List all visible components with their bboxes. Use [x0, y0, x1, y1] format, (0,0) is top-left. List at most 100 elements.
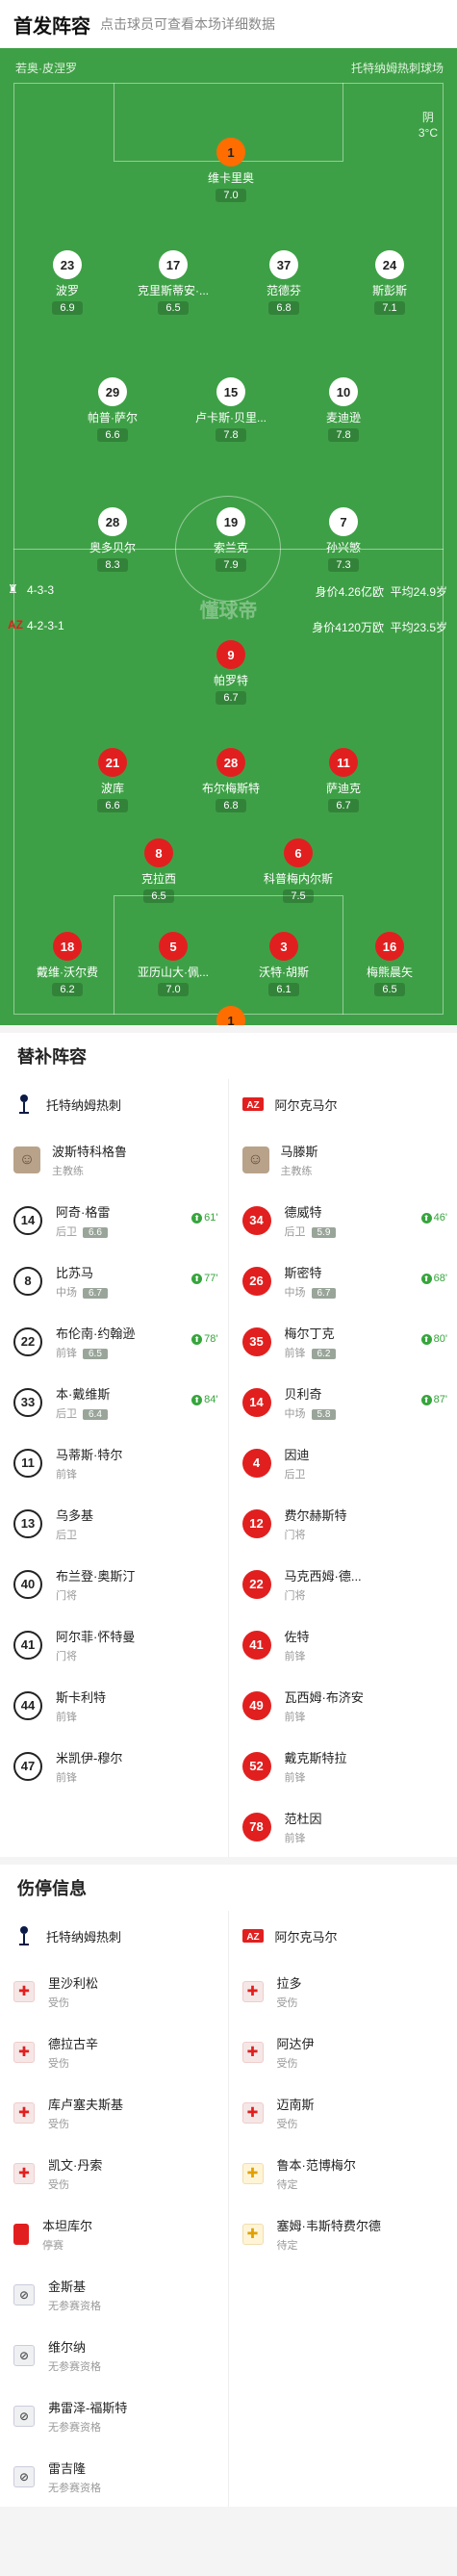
coach-avatar: ☺ [13, 1146, 40, 1173]
injury-status: 受伤 [276, 2118, 298, 2130]
home-player[interactable]: 28 奥多贝尔 8.3 [60, 507, 165, 573]
home-player[interactable]: 24 斯彭斯 7.1 [337, 250, 443, 316]
substitute-row[interactable]: 41 佐特 前锋 [229, 1614, 457, 1675]
substitute-row[interactable]: 22 布伦南·约翰逊 前锋 6.5 ⬆ 78' [0, 1311, 228, 1372]
home-player[interactable]: 7 孙兴慜 7.3 [291, 507, 396, 573]
injured-player-name: 维尔纳 [48, 2339, 87, 2355]
substitute-row[interactable]: 14 贝利奇 中场 5.8 ⬆ 87' [229, 1372, 457, 1432]
injury-status: 受伤 [276, 2057, 298, 2070]
away-player[interactable]: 28 布尔梅斯特 6.8 [178, 748, 284, 813]
substitute-row[interactable]: 35 梅尔丁克 前锋 6.2 ⬆ 80' [229, 1311, 457, 1372]
substitute-row[interactable]: 41 阿尔菲·怀特曼 门将 [0, 1614, 228, 1675]
injury-icon: ✚ [241, 1980, 264, 2002]
sub-in-minute: 77' [204, 1273, 218, 1284]
sub-number: 47 [13, 1751, 42, 1781]
injury-status: 受伤 [48, 1996, 69, 2009]
away-team-row[interactable]: AZ 阿尔克马尔 [229, 1079, 457, 1129]
away-player[interactable]: 21 波库 6.6 [60, 748, 165, 813]
player-name: 戴维·沃尔费 [37, 966, 98, 979]
player-rating: 6.5 [143, 889, 174, 903]
sub-name: 佐特 [284, 1629, 310, 1644]
substitute-row[interactable]: 47 米凯伊-穆尔 前锋 [0, 1736, 228, 1796]
injury-row[interactable]: 本坦库尔 停赛 [0, 2203, 228, 2264]
home-player[interactable]: 29 帕普·萨尔 6.6 [60, 377, 165, 443]
substitute-row[interactable]: 34 德威特 后卫 5.9 ⬆ 46' [229, 1190, 457, 1250]
home-team-row[interactable]: 托特纳姆热刺 [0, 1911, 228, 1961]
substitute-row[interactable]: 52 戴克斯特拉 前锋 [229, 1736, 457, 1796]
away-player[interactable]: 1奥乌苏-奥杜萨罗6.1 [178, 1006, 284, 1025]
sub-number: 4 [241, 1448, 271, 1478]
substitute-row[interactable]: 26 斯密特 中场 6.7 ⬆ 68' [229, 1250, 457, 1311]
weather: 阴 3°C [419, 110, 438, 141]
substitute-row[interactable]: 8 比苏马 中场 6.7 ⬆ 77' [0, 1250, 228, 1311]
substitute-row[interactable]: 12 费尔赫斯特 门将 [229, 1493, 457, 1554]
player-rating: 6.7 [328, 799, 359, 812]
home-player[interactable]: 23 波罗 6.9 [14, 250, 120, 316]
away-team-row[interactable]: AZ 阿尔克马尔 [229, 1911, 457, 1961]
ineligible-icon: ⊘ [13, 2465, 35, 2487]
injury-status: 待定 [276, 2178, 298, 2191]
sub-position: 门将 [284, 1589, 306, 1602]
substitute-row[interactable]: 40 布兰登·奥斯汀 门将 [0, 1554, 228, 1614]
substitute-row[interactable]: 44 斯卡利特 前锋 [0, 1675, 228, 1736]
away-side-label: 若奥·皮涅罗 [15, 62, 77, 75]
player-name: 萨迪克 [325, 782, 361, 795]
injured-player-name: 库卢塞夫斯基 [48, 2097, 124, 2112]
injury-row[interactable]: ⊘ 维尔纳 无参赛资格 [0, 2325, 228, 2385]
home-player[interactable]: 17 克里斯蒂安·... 6.5 [120, 250, 226, 316]
substitute-row[interactable]: 33 本·戴维斯 后卫 6.4 ⬆ 84' [0, 1372, 228, 1432]
sub-in-minute: 61' [204, 1212, 218, 1224]
away-player[interactable]: 9 帕罗特 6.7 [178, 640, 284, 706]
substitute-row[interactable]: 22 马克西姆·德... 门将 [229, 1554, 457, 1614]
away-player[interactable]: 3 沃特·胡斯 6.1 [231, 932, 337, 997]
substitute-row[interactable]: 4 因迪 后卫 [229, 1432, 457, 1493]
player-rating: 8.3 [97, 558, 128, 572]
substitute-row[interactable]: 49 瓦西姆·布济安 前锋 [229, 1675, 457, 1736]
substitute-row[interactable]: 78 范杜因 前锋 [229, 1796, 457, 1857]
player-number: 29 [98, 377, 127, 406]
home-team-row[interactable]: 托特纳姆热刺 [0, 1079, 228, 1129]
home-team-name: 托特纳姆热刺 [46, 1097, 122, 1113]
substitution-on-icon: ⬆ 87' [420, 1394, 447, 1405]
injury-row[interactable]: ⊘ 弗雷泽-福斯特 无参赛资格 [0, 2385, 228, 2446]
away-coach-row[interactable]: ☺ 马滕斯 主教练 [229, 1129, 457, 1190]
substitution-on-icon: ⬆ 46' [420, 1212, 447, 1224]
injury-row[interactable]: ✚ 鲁本·范博梅尔 待定 [229, 2143, 457, 2203]
player-name: 索兰克 [213, 541, 248, 554]
home-coach-row[interactable]: ☺ 波斯特科格鲁 主教练 [0, 1129, 228, 1190]
substitute-row[interactable]: 14 阿奇·格雷 后卫 6.6 ⬆ 61' [0, 1190, 228, 1250]
sub-number: 33 [13, 1387, 42, 1417]
sub-rating: 6.7 [83, 1287, 108, 1299]
injury-row[interactable]: ⊘ 雷吉隆 无参赛资格 [0, 2446, 228, 2507]
sub-position: 前锋 [284, 1650, 306, 1662]
player-name: 孙兴慜 [325, 541, 361, 554]
injury-row[interactable]: ⊘ 金斯基 无参赛资格 [0, 2264, 228, 2325]
player-name: 克里斯蒂安·... [138, 284, 209, 297]
substitute-row[interactable]: 13 乌多基 后卫 [0, 1493, 228, 1554]
player-number: 24 [375, 250, 404, 279]
home-player[interactable]: 37 范德芬 6.8 [231, 250, 337, 316]
injury-row[interactable]: ✚ 塞姆·韦斯特费尔德 待定 [229, 2203, 457, 2264]
injury-row[interactable]: ✚ 凯文·丹索 受伤 [0, 2143, 228, 2203]
away-player[interactable]: 11 萨迪克 6.7 [291, 748, 396, 813]
player-number: 7 [329, 507, 358, 536]
injury-row[interactable]: ✚ 拉多 受伤 [229, 1961, 457, 2022]
injury-row[interactable]: ✚ 里沙利松 受伤 [0, 1961, 228, 2022]
substitute-row[interactable]: 11 马蒂斯·特尔 前锋 [0, 1432, 228, 1493]
away-player[interactable]: 8 克拉西 6.5 [106, 838, 212, 904]
home-player[interactable]: 1 维卡里奥 7.0 [178, 138, 284, 203]
sub-number: 22 [241, 1569, 271, 1599]
sub-position: 门将 [56, 1589, 77, 1602]
injury-row[interactable]: ✚ 迈南斯 受伤 [229, 2082, 457, 2143]
away-player[interactable]: 18 戴维·沃尔费 6.2 [14, 932, 120, 997]
home-player[interactable]: 15 卢卡斯·贝里... 7.8 [178, 377, 284, 443]
home-player[interactable]: 19 索兰克 7.9 [178, 507, 284, 573]
sub-number: 14 [241, 1387, 271, 1417]
home-player[interactable]: 10 麦迪逊 7.8 [291, 377, 396, 443]
away-player[interactable]: 5 亚历山大·佩... 7.0 [120, 932, 226, 997]
away-player[interactable]: 16 梅熊晨矢 6.5 [337, 932, 443, 997]
injury-row[interactable]: ✚ 库卢塞夫斯基 受伤 [0, 2082, 228, 2143]
away-player[interactable]: 6 科普梅内尔斯 7.5 [245, 838, 351, 904]
injury-row[interactable]: ✚ 阿达伊 受伤 [229, 2022, 457, 2082]
injury-row[interactable]: ✚ 德拉古辛 受伤 [0, 2022, 228, 2082]
